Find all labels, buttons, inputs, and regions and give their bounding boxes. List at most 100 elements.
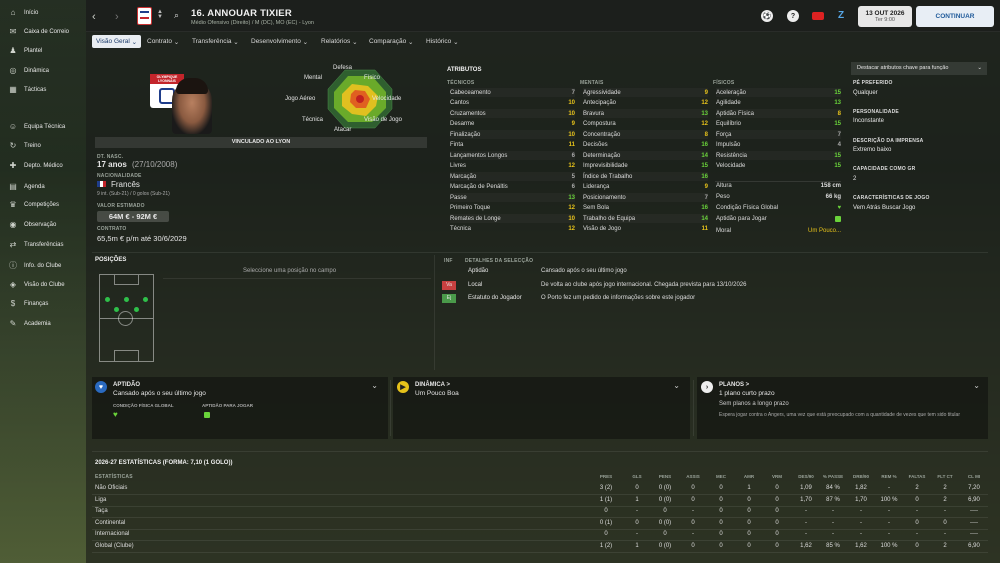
- stats-column-header[interactable]: CL MI: [959, 474, 989, 479]
- sidebar-item[interactable]: ✎ Academia: [0, 315, 86, 333]
- stats-column-header[interactable]: VRM: [762, 474, 792, 479]
- sidebar-item[interactable]: ♟ Plantel: [0, 42, 86, 60]
- attribute-row[interactable]: Antecipação 12: [583, 99, 708, 108]
- plans-card[interactable]: › PLANOS > 1 plano curto prazo Sem plano…: [697, 377, 988, 439]
- attribute-row[interactable]: Agressividade 9: [583, 88, 708, 97]
- sidebar-item[interactable]: ▤ Agenda: [0, 178, 86, 196]
- attribute-row[interactable]: Primeiro Toque 12: [450, 204, 575, 213]
- dynamics-card[interactable]: ▶ DINÂMICA > Um Pouco Boa ⌄: [393, 377, 690, 439]
- date-display[interactable]: 13 OUT 2026 Ter 9:00: [858, 6, 912, 27]
- stats-column-header[interactable]: DRB/90: [846, 474, 876, 479]
- sidebar-item[interactable]: ▦ Tácticas: [0, 81, 86, 99]
- help-icon[interactable]: ?: [787, 10, 799, 22]
- finance-icon: $: [10, 299, 16, 308]
- sidebar-item[interactable]: ◎ Dinâmica: [0, 62, 86, 80]
- attribute-value: 12: [701, 100, 708, 106]
- tab-development[interactable]: Desenvolvimento ⌄: [247, 35, 312, 48]
- tab-contract[interactable]: Contrato ⌄: [143, 35, 183, 48]
- attribute-row[interactable]: Desarme 9: [450, 120, 575, 129]
- chevron-down-icon[interactable]: ⌄: [371, 381, 378, 390]
- stats-column-header[interactable]: PRES: [591, 474, 621, 479]
- attribute-row[interactable]: Determinação 14: [583, 151, 708, 160]
- stats-column-header[interactable]: FALTAS: [902, 474, 932, 479]
- attribute-row[interactable]: Técnica 12: [450, 225, 575, 234]
- tab-reports[interactable]: Relatórios ⌄: [317, 35, 362, 48]
- attribute-row[interactable]: Finta 11: [450, 141, 575, 150]
- attribute-row[interactable]: Decisões 16: [583, 141, 708, 150]
- attribute-row[interactable]: Lançamentos Longos 6: [450, 151, 575, 160]
- attribute-row[interactable]: Livres 12: [450, 162, 575, 171]
- highlight-role-select[interactable]: Destacar atributos chave para função ⌄: [851, 62, 987, 75]
- sidebar-item[interactable]: ⇄ Transferências: [0, 236, 86, 254]
- stats-column-header[interactable]: ASSIS: [678, 474, 708, 479]
- search-icon[interactable]: ⌕: [174, 10, 179, 21]
- tab-comparison[interactable]: Comparação ⌄: [365, 35, 417, 48]
- attribute-row[interactable]: Cabeceamento 7: [450, 88, 575, 97]
- attribute-row[interactable]: Resistência 15: [716, 151, 841, 160]
- estimated-value[interactable]: 64M € - 92M €: [97, 211, 169, 222]
- attribute-row[interactable]: Passe 13: [450, 193, 575, 202]
- fm-z-icon[interactable]: Z: [838, 10, 844, 21]
- club-switch-icon[interactable]: ▲ ▼: [157, 9, 163, 20]
- stats-column-header[interactable]: % PASSE: [818, 474, 848, 479]
- forward-icon[interactable]: ›: [115, 11, 119, 23]
- stats-column-header[interactable]: PENS: [650, 474, 680, 479]
- attribute-row[interactable]: Remates de Longe 10: [450, 214, 575, 223]
- position-dot[interactable]: [105, 297, 110, 302]
- stats-column-header[interactable]: AMR: [734, 474, 764, 479]
- sidebar-item[interactable]: ♛ Competições: [0, 196, 86, 214]
- attribute-row[interactable]: Visão de Jogo 11: [583, 225, 708, 234]
- attribute-row[interactable]: Equilíbrio 15: [716, 120, 841, 129]
- attribute-row[interactable]: Concentração 8: [583, 130, 708, 139]
- position-dot[interactable]: [143, 297, 148, 302]
- sidebar-item[interactable]: ◈ Visão do Clube: [0, 276, 86, 294]
- attribute-row[interactable]: Compostura 12: [583, 120, 708, 129]
- football-icon[interactable]: ⚽: [761, 10, 773, 22]
- chevron-down-icon[interactable]: ⌄: [973, 381, 980, 390]
- attribute-row[interactable]: Força 7: [716, 130, 841, 139]
- sidebar-item[interactable]: $ Finanças: [0, 295, 86, 313]
- attribute-row[interactable]: Sem Bola 16: [583, 204, 708, 213]
- tab-history[interactable]: Histórico ⌄: [422, 35, 463, 48]
- position-dot[interactable]: [114, 307, 119, 312]
- position-dot[interactable]: [124, 297, 129, 302]
- attribute-row[interactable]: Agilidade 13: [716, 99, 841, 108]
- sidebar-item[interactable]: ✚ Depto. Médico: [0, 157, 86, 175]
- attribute-row[interactable]: Impulsão 4: [716, 141, 841, 150]
- pitch-diagram[interactable]: [99, 274, 154, 362]
- stats-column-header[interactable]: FLT CT: [930, 474, 960, 479]
- fitness-card[interactable]: ♥ APTIDÃO Cansado após o seu último jogo…: [92, 377, 388, 439]
- stats-column-header[interactable]: MEC: [706, 474, 736, 479]
- chevron-down-icon[interactable]: ⌄: [673, 381, 680, 390]
- back-icon[interactable]: ‹: [92, 11, 96, 23]
- sidebar-item[interactable]: ✉ Caixa de Correio: [0, 23, 86, 41]
- stats-column-header[interactable]: DES/90: [791, 474, 821, 479]
- sidebar-item[interactable]: ↻ Treino: [0, 137, 86, 155]
- sidebar-item[interactable]: ⌂ Início: [0, 4, 86, 22]
- stats-column-header[interactable]: GLS: [622, 474, 652, 479]
- sidebar-item[interactable]: ☺ Equipa Técnica: [0, 118, 86, 136]
- continue-button[interactable]: CONTINUAR: [916, 6, 994, 27]
- attribute-row[interactable]: Trabalho de Equipa 14: [583, 214, 708, 223]
- sidebar-item[interactable]: ⓘ Info. do Clube: [0, 257, 86, 275]
- attribute-row[interactable]: Posicionamento 7: [583, 193, 708, 202]
- attribute-row[interactable]: Finalização 10: [450, 130, 575, 139]
- stats-column-header[interactable]: REM %: [874, 474, 904, 479]
- tab-overview[interactable]: Visão Geral ⌄: [92, 35, 142, 48]
- sidebar-item[interactable]: ◉ Observação: [0, 216, 86, 234]
- attribute-row[interactable]: Imprevisibilidade 15: [583, 162, 708, 171]
- attribute-row[interactable]: Cruzamentos 10: [450, 109, 575, 118]
- attribute-row[interactable]: Marcação 5: [450, 172, 575, 181]
- youtube-icon[interactable]: [812, 12, 824, 20]
- attribute-row[interactable]: Aptidão Física 8: [716, 109, 841, 118]
- attribute-value: 11: [568, 142, 575, 148]
- attribute-row[interactable]: Liderança 9: [583, 183, 708, 192]
- tab-transfer[interactable]: Transferência ⌄: [188, 35, 243, 48]
- attribute-row[interactable]: Velocidade 15: [716, 162, 841, 171]
- attribute-row[interactable]: Índice de Trabalho 16: [583, 172, 708, 181]
- attribute-row[interactable]: Marcação de Penáltis 6: [450, 183, 575, 192]
- attribute-row[interactable]: Aceleração 15: [716, 88, 841, 97]
- position-dot[interactable]: [134, 307, 139, 312]
- attribute-row[interactable]: Cantos 10: [450, 99, 575, 108]
- attribute-row[interactable]: Bravura 13: [583, 109, 708, 118]
